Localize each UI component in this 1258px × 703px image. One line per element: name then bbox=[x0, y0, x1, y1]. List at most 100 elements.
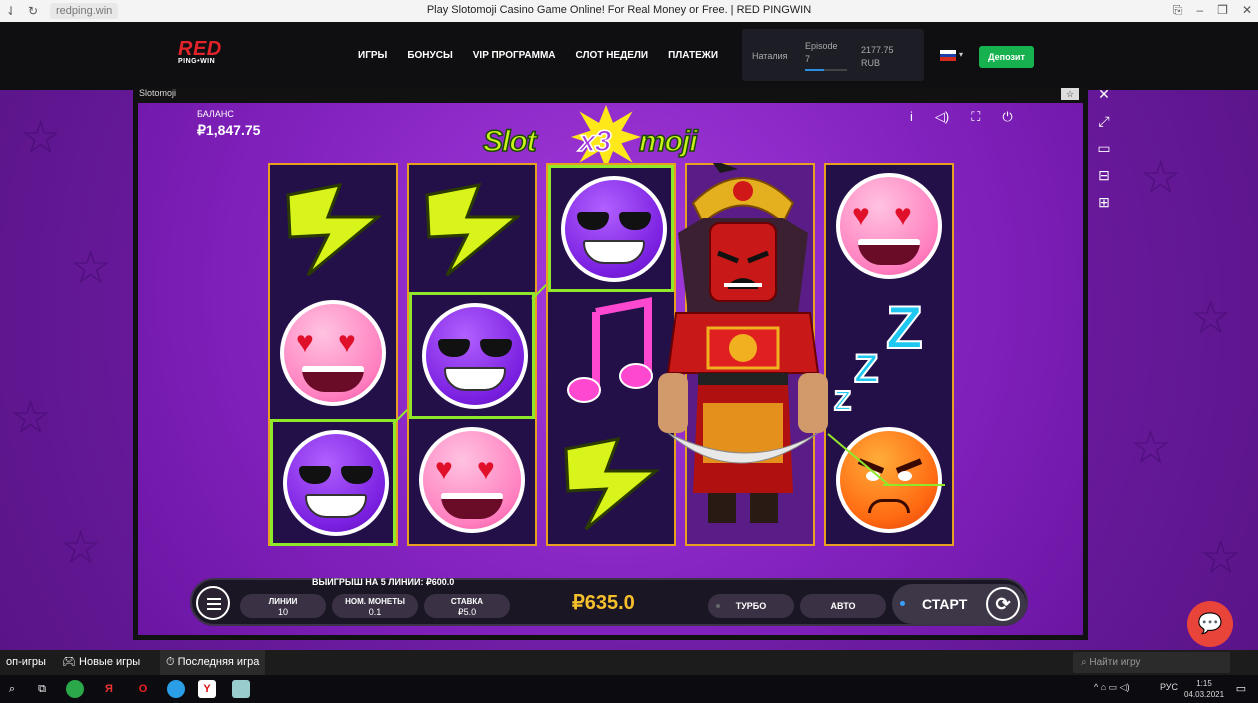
love-emoji-symbol: ♥ ♥ bbox=[280, 300, 386, 406]
love-emoji-symbol: ♥ ♥ bbox=[419, 427, 525, 533]
minimize-icon[interactable]: – bbox=[1196, 3, 1203, 18]
tab-new-games[interactable]: 🎮︎ Новые игры bbox=[56, 650, 146, 675]
chevron-down-icon[interactable]: ▾ bbox=[959, 50, 963, 59]
game-toolbar: i ◁) ⛶ ⏻ bbox=[910, 109, 1013, 125]
language-indicator[interactable]: РУС bbox=[1160, 682, 1178, 692]
opera-icon[interactable]: O bbox=[134, 680, 152, 698]
clock[interactable]: 1:15 04.03.2021 bbox=[1184, 678, 1224, 700]
header-balance: 2177.75 bbox=[861, 45, 894, 55]
fullscreen-icon[interactable]: ⛶ bbox=[971, 109, 980, 125]
site-logo[interactable]: RED PING•WIN bbox=[178, 39, 238, 65]
star-decoration-icon: ☆ bbox=[1130, 421, 1172, 473]
star-decoration-icon: ☆ bbox=[1200, 531, 1242, 583]
user-panel[interactable]: Наталия Episode 7 2177.75 RUB bbox=[742, 29, 924, 81]
logo-word-slot: Slot bbox=[482, 124, 537, 159]
grid-view-icon[interactable]: ⊞ bbox=[1090, 190, 1118, 214]
grin-mouth bbox=[305, 494, 367, 518]
tab-last-game[interactable]: ⏱︎ Последняя игра bbox=[160, 650, 266, 675]
coin-value-selector[interactable]: НОМ. МОНЕТЫ 0.1 bbox=[332, 594, 418, 618]
start-button[interactable]: СТАРТ ⟳ bbox=[892, 584, 1026, 624]
frown-mouth bbox=[868, 499, 910, 513]
tab-top-games[interactable]: оп-игры bbox=[0, 650, 52, 675]
lightning-bolt-symbol bbox=[548, 419, 674, 546]
reel-cell bbox=[826, 419, 952, 546]
side-toolbar: ✕ ⤢ ▭ ⊟ ⊞ bbox=[1090, 82, 1120, 217]
monitor-icon[interactable]: ▭ bbox=[1090, 136, 1118, 160]
reel-cell bbox=[548, 165, 674, 292]
win-total: ₽635.0 bbox=[572, 592, 635, 614]
search-placeholder: Найти игру bbox=[1089, 657, 1141, 668]
bet-selector[interactable]: СТАВКА ₽5.0 bbox=[424, 594, 510, 618]
svg-text:Z: Z bbox=[854, 347, 878, 391]
cool-emoji-symbol bbox=[283, 430, 389, 536]
episode-progress-fill bbox=[805, 69, 824, 71]
bookmark-icon[interactable]: ⎘ bbox=[1173, 3, 1183, 18]
turbo-toggle[interactable]: ТУРБО bbox=[708, 594, 794, 618]
close-icon[interactable]: ✕ bbox=[1090, 82, 1118, 106]
menu-button[interactable] bbox=[196, 586, 230, 620]
reel-2: ♥ ♥ bbox=[407, 163, 537, 546]
chat-icon[interactable]: 💬 bbox=[1187, 601, 1233, 647]
balance-label: БАЛАНС bbox=[197, 109, 234, 119]
search-icon[interactable]: ⌕ bbox=[3, 680, 21, 698]
nav-bonuses[interactable]: БОНУСЫ bbox=[407, 50, 452, 61]
open-mouth bbox=[302, 366, 364, 392]
nav-payments[interactable]: ПЛАТЕЖИ bbox=[668, 50, 718, 61]
split-view-icon[interactable]: ⊟ bbox=[1090, 163, 1118, 187]
favorite-star-icon[interactable]: ☆ bbox=[1061, 88, 1079, 100]
star-decoration-icon: ☆ bbox=[70, 241, 112, 293]
reel-cell bbox=[270, 165, 396, 292]
yandex-browser-icon[interactable]: Y bbox=[198, 680, 216, 698]
language-flag-icon[interactable] bbox=[940, 50, 956, 61]
auto-toggle[interactable]: АВТО bbox=[800, 594, 886, 618]
sunglasses-icon bbox=[438, 339, 512, 357]
clock-date: 04.03.2021 bbox=[1184, 690, 1225, 699]
tray-icons[interactable]: ^ ⌂ ▭ ◁) bbox=[1094, 682, 1130, 693]
reel-cell: ♥ ♥ bbox=[409, 419, 535, 546]
close-window-icon[interactable]: ✕ bbox=[1242, 3, 1252, 18]
chrome-icon[interactable] bbox=[66, 680, 84, 698]
nav-slot-of-week[interactable]: СЛОТ НЕДЕЛИ bbox=[576, 50, 649, 61]
reel-1: ♥ ♥ bbox=[268, 163, 398, 546]
timer-icon: ⏱︎ bbox=[166, 656, 178, 668]
nav-games[interactable]: ИГРЫ bbox=[358, 50, 387, 61]
balance-value: ₽1,847.75 bbox=[197, 122, 261, 138]
telegram-icon[interactable] bbox=[167, 680, 185, 698]
logo-word-moji: moji bbox=[638, 124, 698, 159]
spin-icon[interactable]: ⟳ bbox=[986, 587, 1020, 621]
yandex-icon[interactable]: Я bbox=[100, 680, 118, 698]
start-label: СТАРТ bbox=[922, 596, 968, 612]
window-controls: ⎘ – ❐ ✕ bbox=[1173, 3, 1252, 18]
info-icon[interactable]: i bbox=[910, 109, 913, 125]
reel-3 bbox=[546, 163, 676, 546]
page-title: Play Slotomoji Casino Game Online! For R… bbox=[426, 4, 812, 16]
heart-eye-icon: ♥ bbox=[338, 326, 356, 359]
heart-eye-icon: ♥ bbox=[852, 199, 870, 232]
lightning-bolt-symbol bbox=[270, 165, 396, 292]
nav-vip[interactable]: VIP ПРОГРАММА bbox=[473, 50, 556, 61]
notepad-icon[interactable] bbox=[232, 680, 250, 698]
bet-label: СТАВКА bbox=[450, 597, 484, 606]
task-view-icon[interactable]: ⧉ bbox=[33, 680, 51, 698]
deposit-button[interactable]: Депозит bbox=[979, 46, 1034, 68]
lines-label: ЛИНИИ bbox=[268, 597, 298, 606]
game-canvas[interactable]: БАЛАНС ₽1,847.75 i ◁) ⛶ ⏻ Slot x3 moji ♥… bbox=[138, 103, 1083, 635]
maximize-icon[interactable]: ❐ bbox=[1217, 3, 1228, 18]
lines-selector[interactable]: ЛИНИИ 10 bbox=[240, 594, 326, 618]
game-search-input[interactable]: ⌕ Найти игру bbox=[1073, 652, 1230, 673]
control-bar: ВЫИГРЫШ НА 5 ЛИНИИ: ₽600.0 ЛИНИИ 10 НОМ.… bbox=[190, 577, 1028, 626]
open-mouth bbox=[441, 493, 503, 519]
svg-text:Z: Z bbox=[834, 385, 851, 416]
start-indicator bbox=[900, 601, 905, 606]
grin-mouth bbox=[444, 367, 506, 391]
episode-progress-bar bbox=[805, 69, 847, 71]
reel-cell bbox=[409, 165, 535, 292]
reel-cell bbox=[548, 419, 674, 546]
heart-eye-icon: ♥ bbox=[477, 453, 495, 486]
expand-icon[interactable]: ⤢ bbox=[1090, 109, 1118, 133]
sleep-zzz-symbol: ZZZ bbox=[826, 292, 952, 419]
sound-icon[interactable]: ◁) bbox=[935, 109, 949, 125]
game-tabs-bar: оп-игры 🎮︎ Новые игры ⏱︎ Последняя игра … bbox=[0, 650, 1258, 675]
power-icon[interactable]: ⏻ bbox=[1002, 109, 1012, 125]
notifications-icon[interactable]: ▭ bbox=[1232, 680, 1250, 698]
